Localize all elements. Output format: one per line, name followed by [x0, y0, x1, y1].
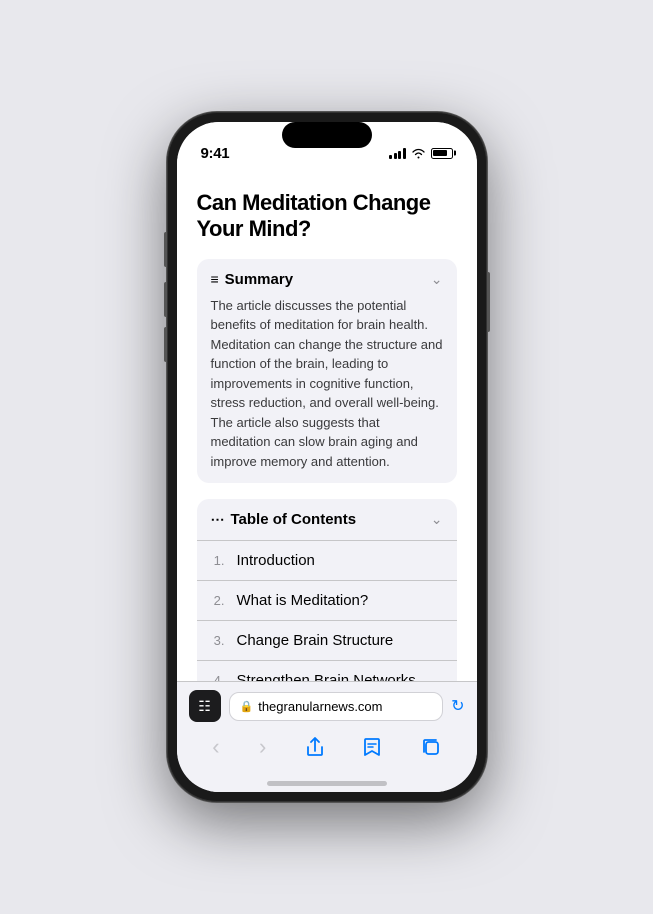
summary-chevron-icon[interactable]: ⌄	[431, 271, 443, 288]
share-button[interactable]	[296, 733, 334, 761]
phone-frame: 9:41 Can Meditati	[167, 112, 487, 802]
toc-title: ⋯ Table of Contents	[211, 511, 357, 528]
nav-row: ‹ ›	[189, 730, 465, 764]
summary-title: ≡ Summary	[211, 271, 294, 288]
summary-heading: Summary	[225, 271, 293, 288]
forward-button[interactable]: ›	[249, 730, 276, 764]
toc-chevron-icon[interactable]: ⌄	[431, 511, 443, 528]
home-bar	[267, 781, 387, 786]
toc-icon: ⋯	[211, 511, 225, 528]
toc-header[interactable]: ⋯ Table of Contents ⌄	[197, 499, 457, 541]
toc-item-4[interactable]: 4. Strengthen Brain Networks	[197, 661, 457, 681]
signal-icon	[389, 148, 406, 159]
status-time: 9:41	[201, 145, 230, 162]
toc-num-1: 1.	[211, 553, 225, 568]
summary-text: The article discusses the potential bene…	[211, 296, 443, 472]
dynamic-island	[282, 122, 372, 148]
toc-heading: Table of Contents	[231, 511, 357, 528]
reader-mode-button[interactable]: ☷	[189, 690, 221, 722]
lock-icon: 🔒	[240, 700, 254, 713]
toc-card: ⋯ Table of Contents ⌄ 1. Introduction 2.…	[197, 499, 457, 681]
bookmarks-button[interactable]	[353, 733, 391, 761]
url-text: thegranularnews.com	[258, 699, 432, 714]
article-title: Can Meditation Change Your Mind?	[197, 190, 457, 243]
battery-icon	[431, 148, 453, 159]
wifi-icon	[411, 148, 426, 159]
toc-item-1[interactable]: 1. Introduction	[197, 541, 457, 581]
url-row: ☷ 🔒 thegranularnews.com ↻	[189, 690, 465, 722]
toc-label-2: What is Meditation?	[237, 592, 369, 609]
article-section: Can Meditation Change Your Mind? ≡ Summa…	[177, 170, 477, 681]
reload-button[interactable]: ↻	[451, 696, 464, 716]
summary-icon: ≡	[211, 271, 219, 287]
summary-header: ≡ Summary ⌄	[211, 271, 443, 288]
browser-bar: ☷ 🔒 thegranularnews.com ↻ ‹ ›	[177, 681, 477, 772]
toc-num-3: 3.	[211, 633, 225, 648]
toc-label-4: Strengthen Brain Networks	[237, 672, 416, 681]
toc-label-3: Change Brain Structure	[237, 632, 394, 649]
tabs-button[interactable]	[411, 733, 451, 761]
status-icons	[389, 148, 453, 159]
content-area[interactable]: Can Meditation Change Your Mind? ≡ Summa…	[177, 170, 477, 681]
url-bar[interactable]: 🔒 thegranularnews.com	[229, 692, 444, 721]
toc-label-1: Introduction	[237, 552, 315, 569]
home-indicator	[177, 772, 477, 792]
toc-num-4: 4.	[211, 673, 225, 681]
phone-screen: 9:41 Can Meditati	[177, 122, 477, 792]
toc-item-2[interactable]: 2. What is Meditation?	[197, 581, 457, 621]
toc-item-3[interactable]: 3. Change Brain Structure	[197, 621, 457, 661]
toc-num-2: 2.	[211, 593, 225, 608]
summary-card[interactable]: ≡ Summary ⌄ The article discusses the po…	[197, 259, 457, 484]
reader-mode-icon: ☷	[198, 698, 211, 715]
back-button[interactable]: ‹	[202, 730, 229, 764]
